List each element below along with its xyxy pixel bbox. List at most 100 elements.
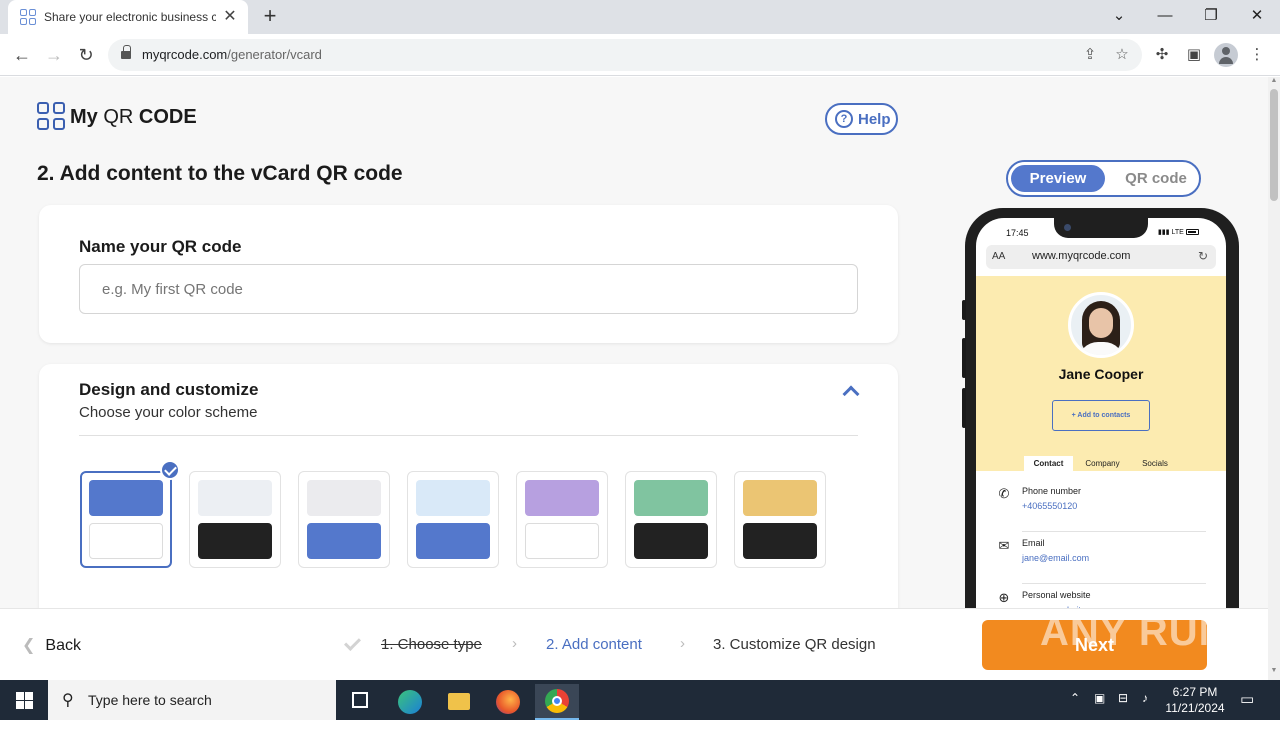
scheme-secondary-color xyxy=(525,523,599,559)
scheme-primary-color xyxy=(634,480,708,516)
edge-icon[interactable] xyxy=(388,684,432,720)
logo-text: My QR CODE xyxy=(70,106,197,128)
qr-code-tab-button[interactable]: QR code xyxy=(1113,165,1199,192)
browser-tab[interactable]: Share your electronic business c ✕ xyxy=(8,0,248,34)
url-text: myqrcode.com/generator/vcard xyxy=(142,47,322,62)
windows-start-icon[interactable] xyxy=(0,680,48,720)
design-heading: Design and customize xyxy=(79,380,259,399)
step-customize-design: 3. Customize QR design xyxy=(713,636,876,653)
step-navigation-bar: ❮ Back 1. Choose type › 2. Add content › … xyxy=(0,608,1268,680)
menu-kebab-icon[interactable]: ⋮ xyxy=(1246,44,1268,66)
phone-button xyxy=(962,388,966,428)
scheme-secondary-color xyxy=(743,523,817,559)
color-scheme-option[interactable] xyxy=(407,471,499,568)
profile-avatar-icon[interactable] xyxy=(1214,43,1238,67)
scheme-primary-color xyxy=(525,480,599,516)
address-bar[interactable]: myqrcode.com/generator/vcard ⇪ ☆ xyxy=(108,39,1142,71)
contact-row: ✆ Phone number +4065550120 xyxy=(976,480,1226,532)
extensions-puzzle-icon[interactable]: ✣ xyxy=(1151,44,1173,66)
page-scrollbar[interactable]: ▲ ▼ xyxy=(1268,77,1280,680)
tray-chevron-up-icon[interactable]: ⌃ xyxy=(1070,691,1080,731)
profile-header: Jane Cooper + Add to contacts Contact Co… xyxy=(976,276,1226,471)
add-to-contacts-button[interactable]: + Add to contacts xyxy=(1052,400,1150,431)
tab-company[interactable]: Company xyxy=(1076,456,1129,471)
reload-icon[interactable]: ↻ xyxy=(74,43,98,67)
status-time: 17:45 xyxy=(1006,228,1029,238)
side-panel-icon[interactable]: ▣ xyxy=(1183,44,1205,66)
color-scheme-option[interactable] xyxy=(516,471,608,568)
back-button[interactable]: ❮ Back xyxy=(22,635,81,655)
firefox-icon[interactable] xyxy=(486,684,530,720)
close-window-button[interactable]: ✕ xyxy=(1242,4,1272,28)
phone-screen: 17:45 ▮▮▮ LTE AA www.myqrcode.com ↻ Jane… xyxy=(976,218,1226,608)
email-icon: ✉ xyxy=(998,538,1010,553)
contact-row-value[interactable]: +4065550120 xyxy=(1022,501,1077,511)
taskbar-clock[interactable]: 6:27 PM 11/21/2024 xyxy=(1160,684,1230,716)
contact-row-label: Personal website xyxy=(1022,590,1091,600)
volume-icon[interactable]: ♪ xyxy=(1142,691,1148,731)
scheme-primary-color xyxy=(416,480,490,516)
scheme-secondary-color xyxy=(89,523,163,559)
preview-tab-button[interactable]: Preview xyxy=(1011,165,1105,192)
chevron-right-icon: › xyxy=(680,635,685,652)
divider xyxy=(79,435,858,436)
page-content: My QR CODE ? Help 2. Add content to the … xyxy=(0,77,1268,608)
restore-button[interactable]: ❐ xyxy=(1196,4,1226,28)
scheme-primary-color xyxy=(743,480,817,516)
step-choose-type: 1. Choose type xyxy=(381,636,482,653)
phone-button xyxy=(962,338,966,378)
clock-time: 6:27 PM xyxy=(1172,685,1218,699)
chrome-icon[interactable] xyxy=(535,684,579,720)
taskbar-search[interactable]: ⚲ Type here to search xyxy=(48,680,336,720)
network-icon[interactable]: ⊟ xyxy=(1118,691,1128,731)
new-tab-button[interactable]: + xyxy=(258,5,282,29)
color-scheme-option[interactable] xyxy=(80,471,172,568)
file-explorer-icon[interactable] xyxy=(437,684,481,720)
mobile-address-bar: AA www.myqrcode.com ↻ xyxy=(986,245,1216,269)
step-add-content: 2. Add content xyxy=(546,636,642,653)
tab-contact[interactable]: Contact xyxy=(1024,456,1073,471)
qr-favicon-icon xyxy=(20,9,36,25)
color-scheme-option[interactable] xyxy=(625,471,717,568)
text-size-icon: AA xyxy=(992,251,1006,262)
url-domain: myqrcode.com xyxy=(142,47,228,62)
contact-row: ⊕Personal websitewww.mywebsite.com xyxy=(976,584,1226,608)
color-scheme-option[interactable] xyxy=(189,471,281,568)
contact-name: Jane Cooper xyxy=(1058,366,1144,382)
tab-close-icon[interactable]: ✕ xyxy=(220,7,240,27)
phone-preview: 17:45 ▮▮▮ LTE AA www.myqrcode.com ↻ Jane… xyxy=(962,208,1239,608)
clock-date: 11/21/2024 xyxy=(1165,701,1225,715)
name-card: Name your QR code xyxy=(39,205,898,343)
share-icon[interactable]: ⇪ xyxy=(1080,45,1100,65)
notifications-icon[interactable]: ▭ xyxy=(1240,690,1254,730)
forward-arrow-icon[interactable]: → xyxy=(42,43,66,67)
chevron-left-icon: ❮ xyxy=(22,637,36,654)
next-button[interactable]: Next xyxy=(982,620,1207,670)
collapse-chevron-up-icon[interactable] xyxy=(841,382,859,400)
tab-search-icon[interactable]: ⌄ xyxy=(1104,4,1134,28)
tab-socials[interactable]: Socials xyxy=(1130,456,1180,471)
back-arrow-icon[interactable]: ← xyxy=(10,43,34,67)
scheme-secondary-color xyxy=(198,523,272,559)
task-view-icon[interactable] xyxy=(338,684,382,720)
scheme-secondary-color xyxy=(634,523,708,559)
status-signal: ▮▮▮ LTE xyxy=(1158,228,1199,236)
minimize-button[interactable]: — xyxy=(1150,4,1180,28)
scroll-down-icon[interactable]: ▼ xyxy=(1270,667,1278,674)
tray-app-icon[interactable]: ▣ xyxy=(1094,691,1105,731)
qr-name-input[interactable] xyxy=(79,264,858,314)
color-scheme-option[interactable] xyxy=(734,471,826,568)
page-title: 2. Add content to the vCard QR code xyxy=(37,162,403,185)
bookmark-star-icon[interactable]: ☆ xyxy=(1112,45,1132,65)
mobile-url: www.myqrcode.com xyxy=(1032,250,1131,262)
battery-icon xyxy=(1185,229,1199,236)
help-button[interactable]: ? Help xyxy=(825,103,898,135)
scroll-up-icon[interactable]: ▲ xyxy=(1270,77,1278,84)
lock-icon xyxy=(121,45,131,60)
contact-row-value[interactable]: jane@email.com xyxy=(1022,553,1089,563)
scrollbar-thumb[interactable] xyxy=(1270,89,1278,201)
phone-icon: ✆ xyxy=(998,486,1010,501)
color-scheme-option[interactable] xyxy=(298,471,390,568)
globe-icon: ⊕ xyxy=(998,590,1010,605)
qr-logo-icon xyxy=(37,102,65,130)
